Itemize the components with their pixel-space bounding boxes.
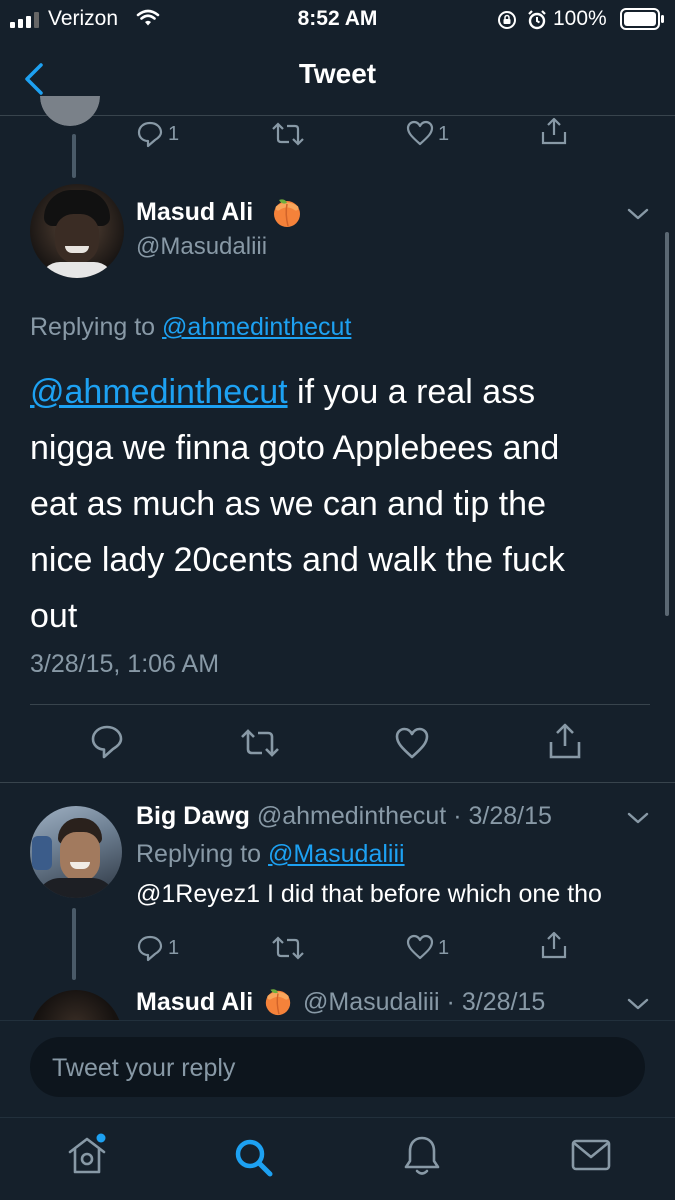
heart-icon — [406, 120, 434, 146]
next-tweet-header: Masud Ali @Masudaliii · 3/28/15 — [136, 986, 545, 1017]
scrollbar[interactable] — [665, 232, 669, 616]
share-icon[interactable] — [548, 722, 582, 760]
reply-count: 1 — [168, 937, 180, 959]
reply-tweet-avatar[interactable] — [30, 806, 122, 898]
heart-icon — [406, 934, 434, 960]
reply-tweet-actions: 1 1 — [136, 930, 586, 964]
separator-dot: · — [446, 802, 469, 830]
prev-tweet-actions: 1 1 — [136, 116, 586, 150]
search-icon[interactable] — [232, 1136, 274, 1178]
reply-icon[interactable] — [90, 724, 124, 760]
share-icon[interactable] — [540, 116, 568, 146]
reply-tweet-header: Big Dawg @ahmedinthecut · 3/28/15 — [136, 802, 552, 831]
reply-icon — [137, 121, 163, 148]
home-icon[interactable] — [64, 1132, 110, 1178]
tweet-text-line-2: nigga we finna goto Applebees and — [30, 429, 560, 467]
like-count: 1 — [438, 123, 450, 145]
main-tweet-avatar[interactable] — [30, 184, 124, 278]
main-tweet-replying: Replying to @ahmedinthecut — [30, 313, 351, 342]
chevron-down-icon[interactable] — [626, 996, 650, 1012]
thread-line — [72, 134, 76, 178]
divider — [0, 782, 675, 783]
replying-label: Replying to — [30, 313, 156, 341]
reply-count: 1 — [168, 123, 180, 145]
reply-tweet-replying: Replying to @Masudaliii — [136, 840, 405, 869]
reply-tweet-date: 3/28/15 — [468, 802, 552, 830]
replying-label: Replying to — [136, 840, 262, 868]
main-tweet-name[interactable]: Masud Ali — [136, 198, 253, 227]
retweet-icon[interactable] — [240, 728, 280, 758]
rotation-lock-icon — [498, 11, 516, 29]
peach-emoji-icon — [274, 199, 300, 227]
tweet-text-line-3: eat as much as we can and tip the — [30, 485, 546, 523]
reply-input[interactable]: Tweet your reply — [30, 1037, 645, 1097]
chevron-down-icon[interactable] — [626, 810, 650, 826]
next-tweet-handle[interactable]: @Masudaliii — [303, 988, 440, 1016]
heart-icon[interactable] — [394, 726, 430, 760]
next-tweet-avatar[interactable] — [30, 990, 122, 1020]
tweet-text-line-5: out — [30, 597, 78, 635]
battery-icon — [620, 8, 664, 30]
like-count: 1 — [438, 937, 450, 959]
page-title: Tweet — [298, 58, 377, 89]
next-tweet-name[interactable]: Masud Ali — [136, 988, 253, 1016]
mention-link[interactable]: @ahmedinthecut — [30, 373, 288, 411]
status-bar: Verizon 8:52 AM 100% — [0, 0, 675, 40]
chevron-down-icon[interactable] — [626, 206, 650, 222]
tab-bar — [0, 1117, 675, 1200]
main-tweet-actions — [0, 722, 675, 764]
reply-placeholder: Tweet your reply — [52, 1054, 236, 1082]
retweet-icon[interactable] — [272, 936, 304, 960]
share-icon[interactable] — [540, 930, 568, 960]
reply-tweet-text: @1Reyez1 I did that before which one tho — [136, 880, 602, 908]
tweet-text-line-4: nice lady 20cents and walk the fuck — [30, 541, 565, 579]
alarm-icon — [528, 10, 546, 30]
tweet-text-line-1: @ahmedinthecut if you a real ass — [30, 364, 650, 420]
reply-tweet-handle[interactable]: @ahmedinthecut — [257, 802, 446, 830]
reply-icon — [137, 935, 163, 962]
retweet-icon[interactable] — [272, 122, 304, 146]
battery-percent: 100% — [553, 7, 607, 30]
main-tweet-handle[interactable]: @Masudaliii — [136, 233, 267, 261]
peach-emoji-icon — [265, 989, 291, 1016]
main-tweet-text: @ahmedinthecut if you a real ass nigga w… — [30, 364, 650, 644]
separator-dot: · — [439, 988, 462, 1016]
replying-to-link[interactable]: @ahmedinthecut — [162, 313, 351, 341]
thread-line — [72, 908, 76, 980]
prev-avatar[interactable] — [40, 96, 100, 126]
next-tweet-date: 3/28/15 — [461, 988, 546, 1016]
main-tweet-timestamp: 3/28/15, 1:06 AM — [30, 650, 220, 678]
reply-tweet-name[interactable]: Big Dawg — [136, 802, 250, 830]
divider — [30, 704, 650, 705]
nav-bar: Tweet — [0, 40, 675, 116]
tweet-text-segment: if you a real ass — [287, 373, 536, 411]
replying-to-link[interactable]: @Masudaliii — [268, 840, 405, 868]
messages-icon[interactable] — [570, 1138, 612, 1172]
notifications-icon[interactable] — [402, 1134, 442, 1178]
